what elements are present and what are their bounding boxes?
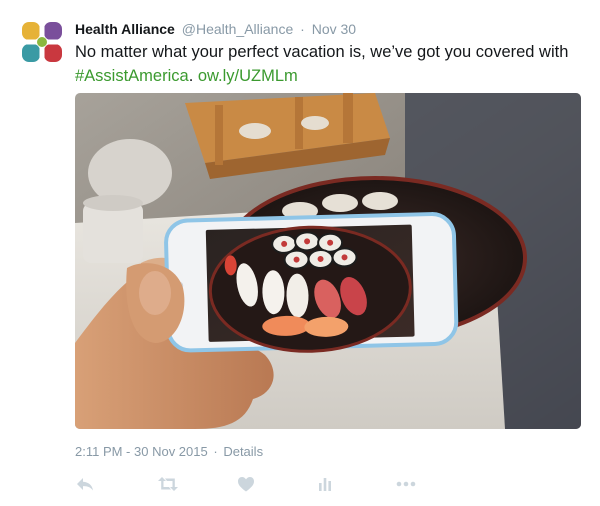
tweet-photo[interactable]: [75, 93, 581, 429]
hashtag-link[interactable]: #AssistAmerica: [75, 67, 189, 85]
tweet-meta: 2:11 PM - 30 Nov 2015 · Details: [75, 444, 263, 460]
tweet-actions: [75, 474, 455, 494]
health-alliance-logo-icon: [20, 20, 64, 64]
reply-icon: [77, 478, 93, 491]
more-icon: [396, 481, 416, 487]
retweet-icon: [158, 477, 178, 491]
tweet-header: Health Alliance @Health_Alliance · Nov 3…: [75, 20, 356, 38]
tweet-text-main: No matter what your perfect vacation is,…: [75, 43, 569, 61]
tweet-card: Health Alliance @Health_Alliance · Nov 3…: [0, 0, 600, 506]
tweet-text: No matter what your perfect vacation is,…: [75, 40, 580, 88]
analytics-icon: [319, 478, 331, 491]
tweet-date[interactable]: Nov 30: [312, 21, 356, 37]
analytics-button[interactable]: [315, 474, 337, 494]
url-link[interactable]: ow.ly/UZMLm: [198, 67, 298, 85]
author-handle[interactable]: @Health_Alliance: [182, 21, 294, 37]
retweet-button[interactable]: [157, 474, 179, 494]
like-icon: [238, 477, 254, 492]
tweet-text-punct: .: [188, 67, 198, 85]
sushi-photo-image: [75, 93, 581, 429]
reply-button[interactable]: [75, 474, 97, 494]
author-name[interactable]: Health Alliance: [75, 21, 175, 37]
more-button[interactable]: [395, 474, 417, 494]
like-button[interactable]: [236, 474, 258, 494]
tweet-timestamp[interactable]: 2:11 PM - 30 Nov 2015: [75, 444, 208, 459]
header-separator: ·: [300, 21, 305, 37]
details-link[interactable]: Details: [223, 444, 263, 459]
avatar[interactable]: [18, 18, 66, 66]
meta-separator: ·: [213, 444, 218, 459]
